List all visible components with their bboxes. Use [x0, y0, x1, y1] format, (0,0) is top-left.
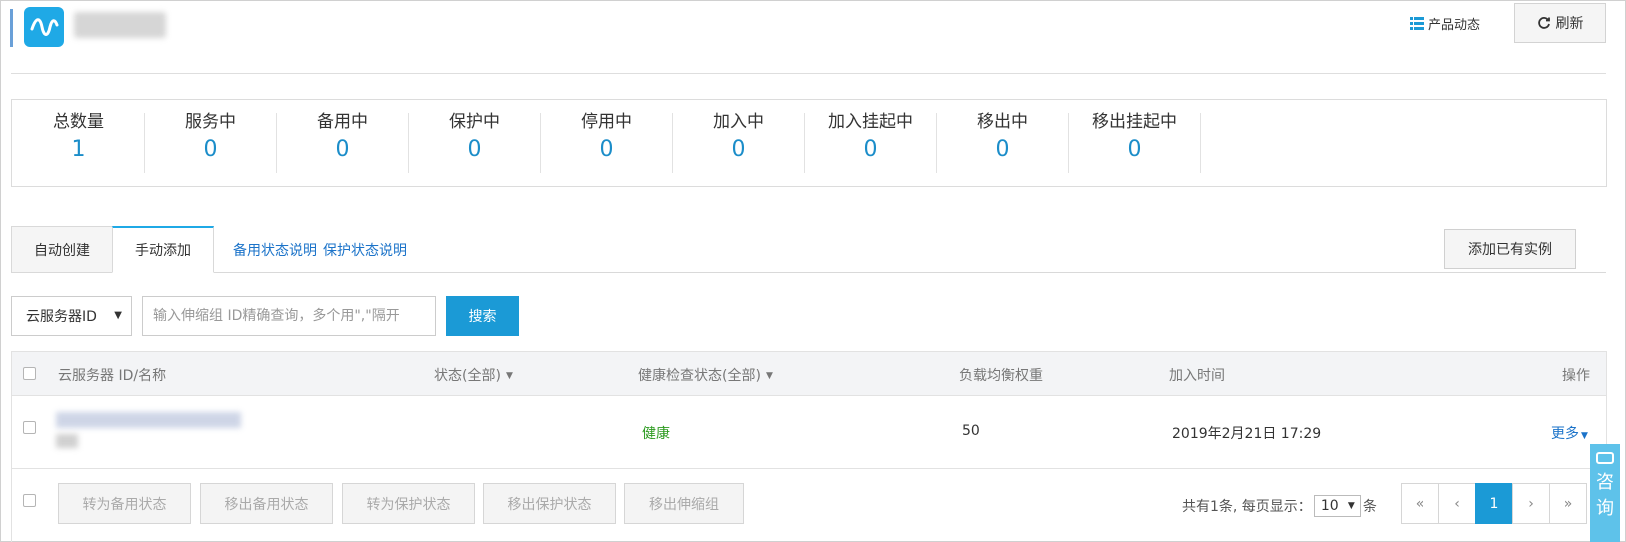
- refresh-icon: [1537, 17, 1550, 29]
- page-size-value: 10: [1320, 498, 1339, 514]
- product-news-label: 产品动态: [1428, 17, 1481, 33]
- stat-label: 总数量: [53, 112, 104, 132]
- list-icon: [1410, 16, 1424, 30]
- row-checkbox[interactable]: [23, 421, 36, 434]
- prev-page-button[interactable]: ‹: [1438, 483, 1476, 524]
- header-accent-bar: [10, 9, 13, 47]
- page-size-select[interactable]: 10 ▼: [1313, 495, 1361, 517]
- stat-value: 0: [1127, 137, 1142, 162]
- status-help-links: 备用状态说明 保护状态说明: [233, 240, 407, 260]
- caret-down-icon: ▼: [1581, 431, 1588, 441]
- stat-value: 0: [995, 137, 1010, 162]
- stat-protected: 保护中 0: [408, 110, 541, 172]
- consult-label-2: 询: [1596, 498, 1614, 519]
- next-page-button[interactable]: ›: [1512, 483, 1550, 524]
- stat-label: 保护中: [449, 112, 500, 132]
- pagination-info: 共有1条, 每页显示： 10 ▼ 条: [1182, 495, 1377, 517]
- caret-down-icon: ▼: [765, 371, 773, 381]
- select-all-checkbox[interactable]: [23, 367, 36, 380]
- remove-standby-button[interactable]: 移出备用状态: [200, 483, 333, 524]
- table-footer: 转为备用状态 移出备用状态 转为保护状态 移出保护状态 移出伸缩组 共有1条, …: [11, 469, 1607, 542]
- stat-label: 移出中: [977, 112, 1028, 132]
- consult-widget[interactable]: 咨 询: [1590, 444, 1620, 542]
- join-time-cell: 2019年2月21日 17:29: [1172, 426, 1322, 442]
- instance-id-blurred[interactable]: [56, 412, 241, 428]
- stat-joining: 加入中 0: [672, 110, 805, 172]
- stat-value: 0: [467, 137, 482, 162]
- column-header-join-time: 加入时间: [1169, 368, 1225, 384]
- to-protect-button[interactable]: 转为保护状态: [342, 483, 475, 524]
- to-standby-button[interactable]: 转为备用状态: [58, 483, 191, 524]
- search-field-select[interactable]: 云服务器ID ▼: [11, 296, 132, 336]
- stat-value: 0: [335, 137, 350, 162]
- stat-divider: [1200, 113, 1201, 173]
- add-existing-instance-button[interactable]: 添加已有实例: [1444, 229, 1576, 269]
- stat-removing: 移出中 0: [936, 110, 1069, 172]
- product-logo-icon: [24, 7, 64, 47]
- search-input[interactable]: [142, 296, 436, 336]
- caret-down-icon: ▼: [1347, 501, 1355, 511]
- stat-value: 1: [71, 137, 86, 162]
- total-count-text: 共有1条, 每页显示：: [1182, 499, 1312, 515]
- standby-status-help-link[interactable]: 备用状态说明: [233, 240, 317, 260]
- caret-down-icon: ▼: [114, 310, 122, 321]
- stat-join-pending: 加入挂起中 0: [804, 110, 937, 172]
- page-size-unit: 条: [1362, 499, 1377, 515]
- page-1-button[interactable]: 1: [1475, 483, 1513, 524]
- stat-value: 0: [599, 137, 614, 162]
- caret-down-icon: ▼: [505, 371, 513, 381]
- refresh-button[interactable]: 刷新: [1514, 3, 1606, 43]
- tab-manual-add[interactable]: 手动添加: [112, 226, 214, 273]
- health-status-cell: 健康: [642, 426, 670, 442]
- stat-total: 总数量 1: [12, 110, 145, 172]
- stat-value: 0: [731, 137, 746, 162]
- search-field-select-value: 云服务器ID: [26, 309, 97, 325]
- stat-label: 备用中: [317, 112, 368, 132]
- first-page-button[interactable]: «: [1401, 483, 1439, 524]
- footer-select-all-checkbox[interactable]: [23, 494, 36, 507]
- stat-label: 移出挂起中: [1092, 112, 1177, 132]
- stat-label: 加入挂起中: [828, 112, 913, 132]
- protect-status-help-link[interactable]: 保护状态说明: [323, 240, 407, 260]
- column-header-health[interactable]: 健康检查状态(全部) ▼: [638, 365, 773, 385]
- stat-stopped: 停用中 0: [540, 110, 673, 172]
- tab-auto-create[interactable]: 自动创建: [11, 226, 113, 273]
- column-header-status[interactable]: 状态(全部) ▼: [434, 365, 513, 385]
- remove-protect-button[interactable]: 移出保护状态: [483, 483, 616, 524]
- stat-standby: 备用中 0: [276, 110, 409, 172]
- stat-label: 停用中: [581, 112, 632, 132]
- column-header-status-label: 状态(全部): [434, 368, 501, 384]
- column-header-health-label: 健康检查状态(全部): [638, 368, 761, 384]
- remove-from-group-button[interactable]: 移出伸缩组: [624, 483, 744, 524]
- stat-in-service: 服务中 0: [144, 110, 277, 172]
- last-page-button[interactable]: »: [1549, 483, 1587, 524]
- more-actions-label: 更多: [1551, 426, 1579, 442]
- column-header-actions: 操作: [1562, 368, 1590, 384]
- chat-icon: [1596, 452, 1614, 464]
- stat-remove-pending: 移出挂起中 0: [1068, 110, 1201, 172]
- column-header-weight: 负载均衡权重: [959, 368, 1043, 384]
- pagination: « ‹ 1 › »: [1401, 483, 1587, 524]
- instance-name-blurred: [56, 434, 78, 448]
- stat-value: 0: [203, 137, 218, 162]
- stat-label: 服务中: [185, 112, 236, 132]
- instance-stats-panel: 总数量 1 服务中 0 备用中 0 保护中 0 停用中 0 加入中 0 加入挂起…: [11, 99, 1607, 187]
- table-row: 健康 50 2019年2月21日 17:29 更多 ▼: [11, 396, 1607, 469]
- search-button[interactable]: 搜索: [446, 296, 519, 336]
- table-header: 云服务器 ID/名称 状态(全部) ▼ 健康检查状态(全部) ▼ 负载均衡权重 加入…: [11, 351, 1607, 396]
- product-news-link[interactable]: 产品动态: [1410, 12, 1480, 34]
- tabs-divider: [11, 272, 1606, 273]
- refresh-label: 刷新: [1555, 16, 1584, 32]
- header-divider: [11, 73, 1606, 74]
- stat-value: 0: [863, 137, 878, 162]
- stat-label: 加入中: [713, 112, 764, 132]
- scaling-group-name-blurred: [74, 12, 166, 38]
- consult-label-1: 咨: [1596, 472, 1614, 493]
- more-actions-dropdown[interactable]: 更多 ▼: [1551, 423, 1588, 443]
- column-header-id-name: 云服务器 ID/名称: [58, 368, 167, 384]
- weight-cell: 50: [962, 423, 980, 439]
